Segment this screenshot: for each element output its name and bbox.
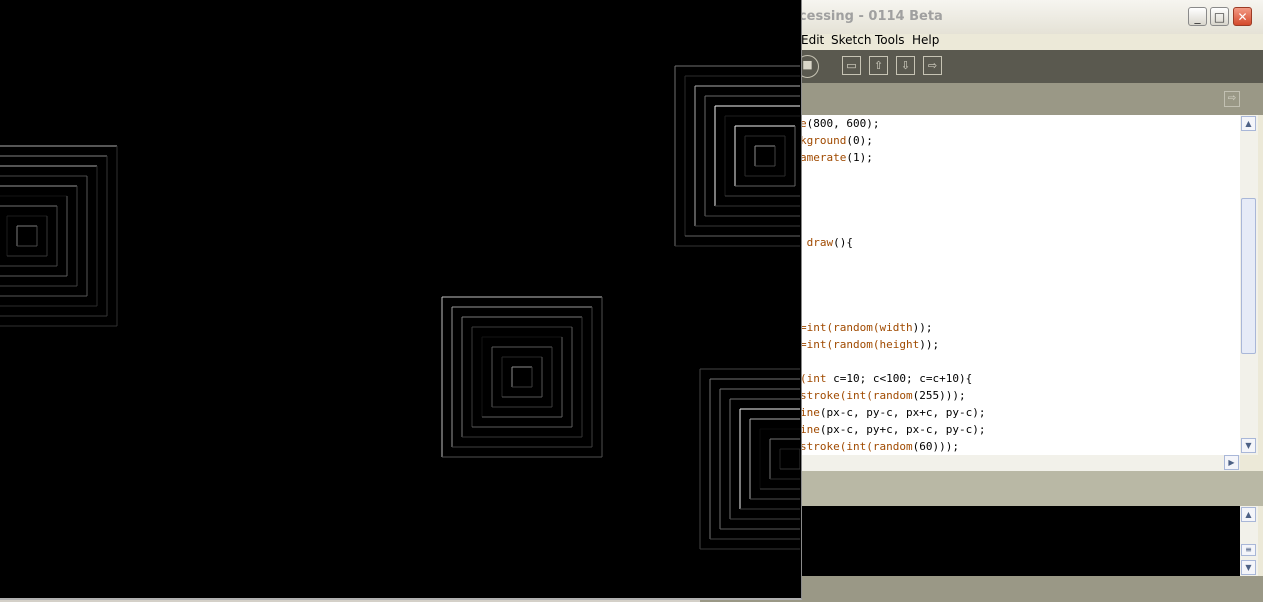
code-line: e(800, 600); bbox=[800, 117, 880, 130]
code-line: ine(px-c, py-c, px+c, py-c); bbox=[800, 406, 986, 419]
menu-sketch[interactable]: Sketch bbox=[831, 33, 871, 47]
scroll-right-arrow-icon[interactable]: ▶ bbox=[1224, 455, 1239, 470]
menu-tools[interactable]: Tools bbox=[875, 33, 905, 47]
code-line: =int(random(height)); bbox=[800, 338, 940, 351]
close-button[interactable]: ✕ bbox=[1233, 7, 1252, 26]
save-icon[interactable]: ⇩ bbox=[896, 56, 915, 75]
menu-edit[interactable]: Edit bbox=[801, 33, 824, 47]
minimize-button[interactable]: _ bbox=[1188, 7, 1207, 26]
code-line: amerate(1); bbox=[800, 151, 873, 164]
code-line: =int(random(width)); bbox=[800, 321, 933, 334]
scroll-down-arrow-icon[interactable]: ▼ bbox=[1241, 438, 1256, 453]
sketch-canvas bbox=[0, 65, 800, 550]
new-icon[interactable]: ▭ bbox=[842, 56, 861, 75]
console-scroll-up-icon[interactable]: ▲ bbox=[1241, 507, 1256, 522]
maximize-button[interactable]: □ bbox=[1210, 7, 1229, 26]
code-line: draw(){ bbox=[806, 236, 853, 249]
code-line: ine(px-c, py+c, px-c, py-c); bbox=[800, 423, 986, 436]
code-line: stroke(int(random(60))); bbox=[800, 440, 959, 453]
open-icon[interactable]: ⇧ bbox=[869, 56, 888, 75]
console-scroll-down-icon[interactable]: ▼ bbox=[1241, 560, 1256, 575]
code-line: (int c=10; c<100; c=c+10){ bbox=[800, 372, 973, 385]
editor-scroll-thumb[interactable] bbox=[1241, 198, 1256, 354]
export-icon[interactable]: ⇨ bbox=[923, 56, 942, 75]
scroll-up-arrow-icon[interactable]: ▲ bbox=[1241, 116, 1256, 131]
menu-help[interactable]: Help bbox=[912, 33, 939, 47]
code-line: kground(0); bbox=[800, 134, 873, 147]
code-line: stroke(int(random(255))); bbox=[800, 389, 966, 402]
sketch-output-window bbox=[0, 0, 802, 600]
tab-menu-arrow-icon[interactable]: ⇨ bbox=[1224, 91, 1240, 107]
console-scroll-thumb[interactable]: ≡ bbox=[1241, 544, 1256, 556]
window-title: ocessing - 0114 Beta bbox=[790, 9, 943, 24]
